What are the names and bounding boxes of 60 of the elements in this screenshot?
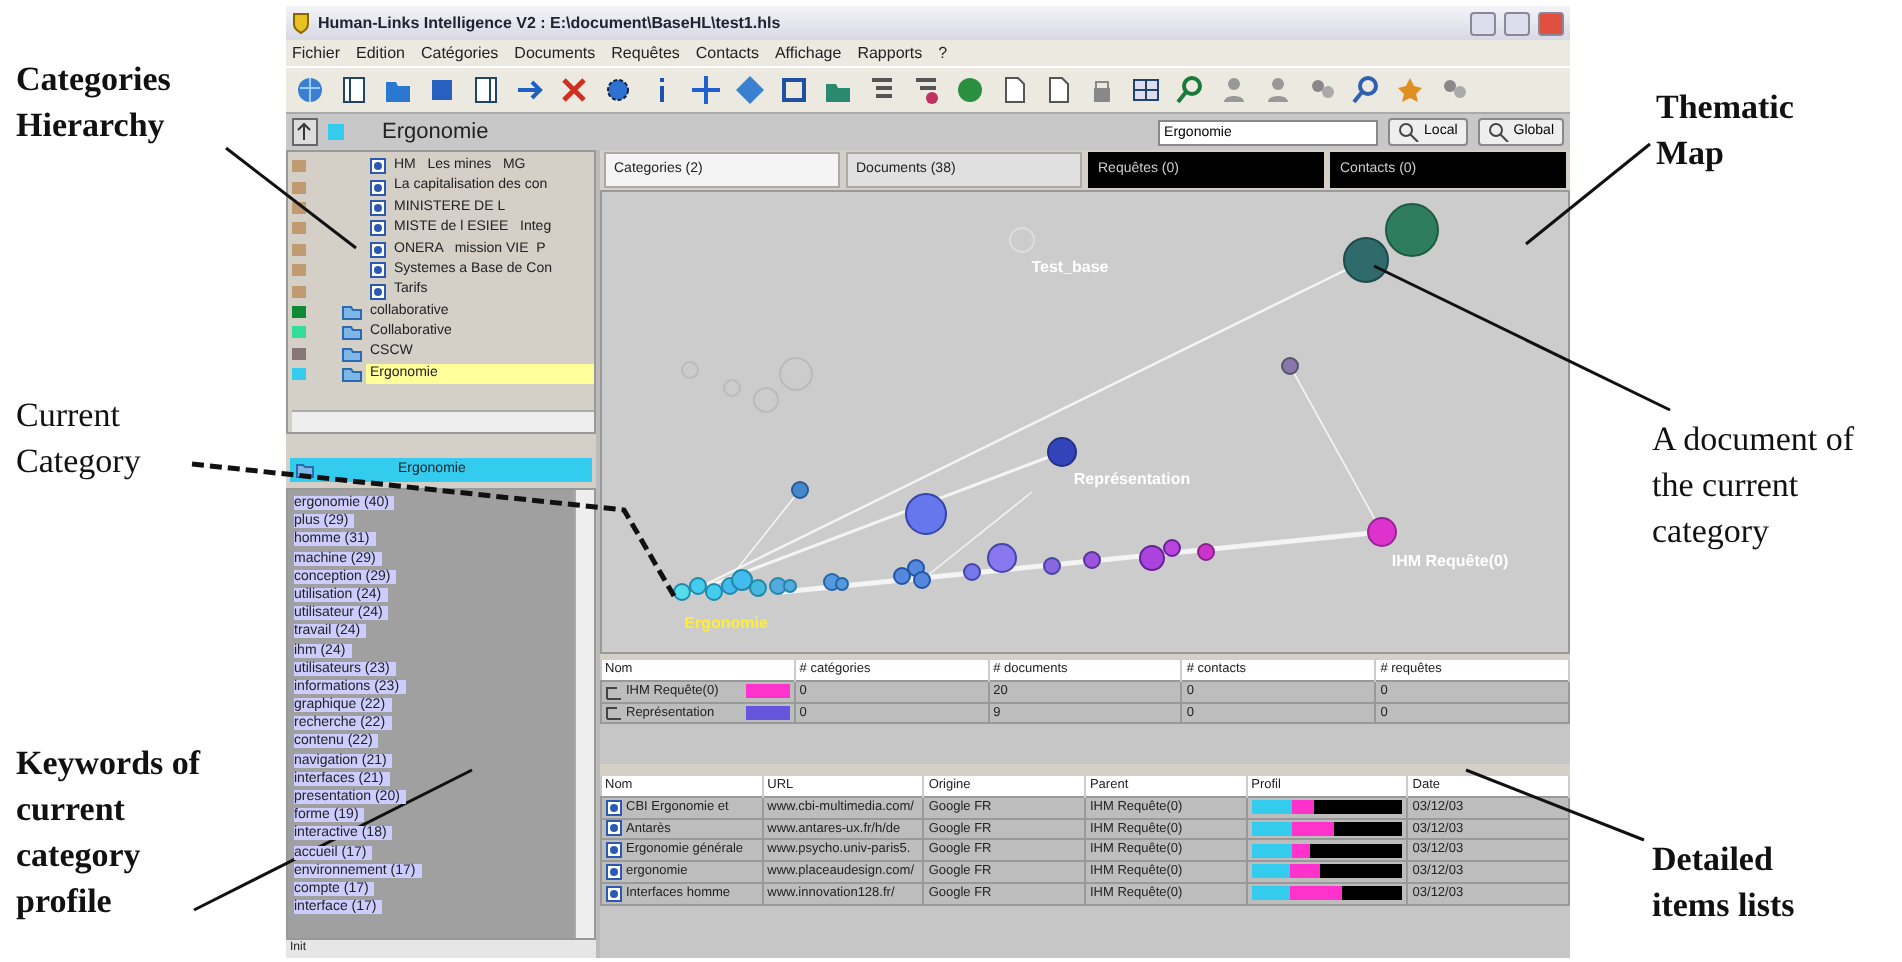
document-icon [370,262,386,279]
annotation-label: Detailed items lists [1652,838,1797,928]
panel-icon[interactable] [338,74,370,106]
shield-icon [292,12,310,34]
document-icon [606,842,622,859]
window-title: Human-Links Intelligence V2 : E:\document\BaseHL\test1.hls [318,11,783,35]
tree-icon[interactable] [910,74,942,106]
document-icon [370,158,386,175]
vertical-scrollbar[interactable] [574,490,594,938]
search-icon [1487,122,1510,142]
menu-item[interactable]: Affichage [774,41,842,65]
cross-icon[interactable] [558,74,590,106]
map-label: Ergonomie [684,614,768,632]
person-icon[interactable] [1262,74,1294,106]
document-icon [606,820,622,837]
annotation-label: Categories Hierarchy [16,58,173,148]
document-icon [606,799,622,816]
category-title: Ergonomie [382,117,489,148]
menu-item[interactable]: Catégories [420,41,499,65]
menu-item[interactable]: Requêtes [611,41,680,65]
menu-item[interactable]: Edition [356,41,405,65]
annotation-label: Keywords of current category profile [16,742,203,924]
document-icon [370,283,386,300]
annotation-label: Current Category [16,394,143,484]
table-icon[interactable] [1130,74,1162,106]
menu-item[interactable]: Fichier [292,41,341,65]
item-icon [606,704,622,721]
menu-item[interactable]: Contacts [695,41,759,65]
up-button[interactable] [292,118,318,146]
document-icon [370,220,386,237]
frame-icon[interactable] [778,74,810,106]
maximize-button[interactable] [1504,11,1530,35]
square-icon[interactable] [426,74,458,106]
minimize-button[interactable] [1470,11,1496,35]
leader-line [1525,142,1651,246]
move-icon[interactable] [690,74,722,106]
person-icon[interactable] [1218,74,1250,106]
menu-item[interactable]: Documents [514,41,596,65]
document-icon [606,885,622,902]
document-icon [606,863,622,880]
horizontal-scrollbar[interactable] [292,410,594,432]
menu-item[interactable]: Rapports [857,41,923,65]
search-icon[interactable] [1350,74,1382,106]
item-icon [606,683,622,700]
document-icon [370,241,386,258]
panel-icon[interactable] [470,74,502,106]
menu-item[interactable]: ? [938,41,948,65]
search-icon[interactable] [1174,74,1206,106]
star-icon[interactable] [1394,74,1426,106]
annotation-label: Thematic Map [1656,86,1796,176]
document-icon [370,179,386,196]
gear-icon[interactable] [602,74,634,106]
close-button[interactable] [1538,11,1564,35]
globe-icon[interactable] [954,74,986,106]
search-icon [1398,122,1421,142]
diamond-icon[interactable] [734,74,766,106]
document-icon [370,199,386,216]
annotation-label: A document of the current category [1652,418,1857,554]
globe-icon[interactable] [294,74,326,106]
leader-line [225,146,357,250]
